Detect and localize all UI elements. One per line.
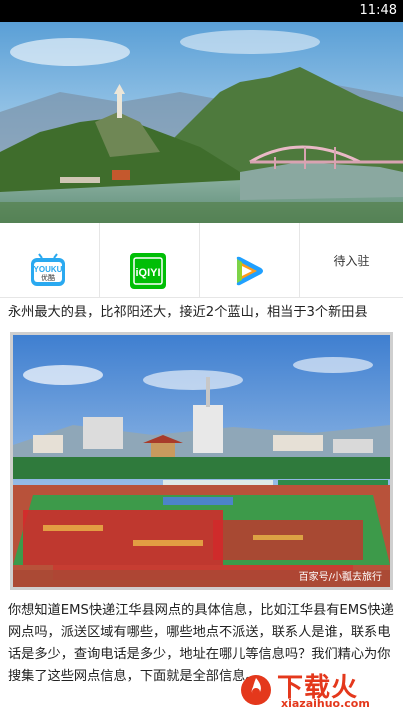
app-pending[interactable]: 待入驻 <box>300 223 403 298</box>
app-partner-row: YOUKU 优酷 iQIYI 待入驻 <box>0 223 403 298</box>
pending-label: 待入驻 <box>333 254 370 268</box>
photo-frame: 百家号/小瓢去旅行 <box>10 332 393 590</box>
iqiyi-logo-text: iQIYI <box>135 267 160 279</box>
logo-sub-text: xiazaihuo.com <box>281 697 370 710</box>
youku-logo-text-cn: 优酷 <box>41 273 55 282</box>
status-bar: 11:48 <box>0 0 403 22</box>
photo-watermark: 百家号/小瓢去旅行 <box>298 572 382 583</box>
app-tencent-video[interactable] <box>200 223 300 298</box>
tencent-video-icon <box>236 256 263 286</box>
stadium-image <box>13 335 390 587</box>
app-iqiyi[interactable]: iQIYI <box>100 223 200 298</box>
hero-banner-image[interactable] <box>0 22 403 223</box>
iqiyi-icon: iQIYI <box>130 253 166 289</box>
status-time: 11:48 <box>359 3 397 18</box>
youku-icon: YOUKU 优酷 <box>31 253 65 286</box>
flame-icon <box>241 675 271 705</box>
stadium-photo[interactable]: 百家号/小瓢去旅行 <box>13 335 390 587</box>
youku-logo-text: YOUKU <box>34 265 63 274</box>
app-youku[interactable]: YOUKU 优酷 <box>0 223 100 298</box>
image-caption: 永州最大的县，比祁阳还大，接近2个蓝山，相当于3个新田县 <box>8 305 368 320</box>
landscape-image <box>0 22 403 223</box>
xiazaihuo-logo: 下载火 xiazaihuo.com <box>237 667 399 713</box>
